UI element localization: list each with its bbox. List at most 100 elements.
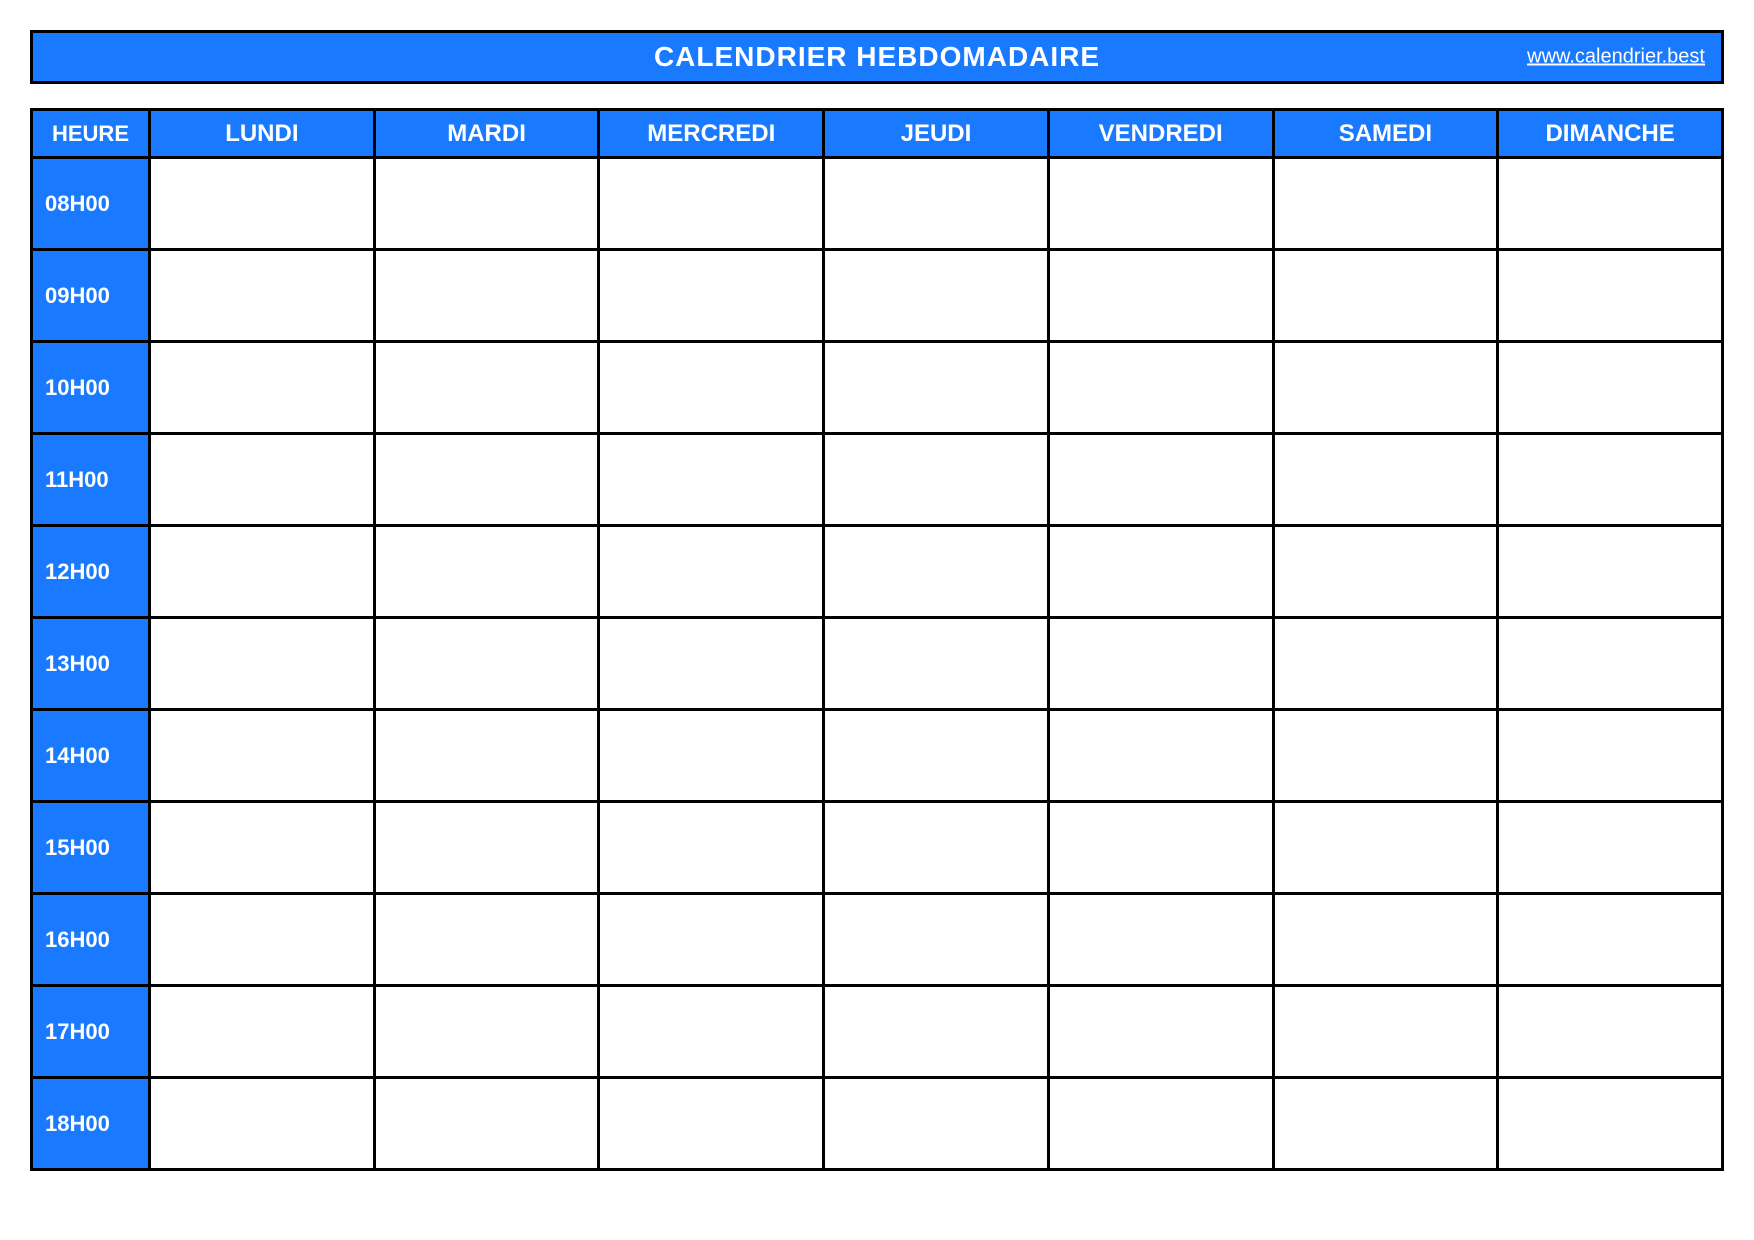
cell	[599, 250, 824, 342]
column-header-jeudi: JEUDI	[824, 110, 1049, 158]
table-row: 18H00	[32, 1078, 1723, 1170]
cell	[150, 894, 375, 986]
table-row: 16H00	[32, 894, 1723, 986]
column-header-vendredi: VENDREDI	[1048, 110, 1273, 158]
cell	[1273, 986, 1498, 1078]
table-row: 12H00	[32, 526, 1723, 618]
cell	[1048, 986, 1273, 1078]
cell	[150, 710, 375, 802]
hour-label: 12H00	[32, 526, 150, 618]
cell	[599, 894, 824, 986]
cell	[1273, 802, 1498, 894]
cell	[1273, 158, 1498, 250]
cell	[1498, 342, 1723, 434]
table-row: 15H00	[32, 802, 1723, 894]
calendar-body: 08H00 09H00 10H00	[32, 158, 1723, 1170]
hour-label: 16H00	[32, 894, 150, 986]
cell	[599, 158, 824, 250]
table-row: 11H00	[32, 434, 1723, 526]
cell	[599, 526, 824, 618]
table-row: 14H00	[32, 710, 1723, 802]
cell	[1498, 526, 1723, 618]
table-row: 17H00	[32, 986, 1723, 1078]
cell	[824, 250, 1049, 342]
table-row: 09H00	[32, 250, 1723, 342]
page-title: CALENDRIER HEBDOMADAIRE	[654, 41, 1100, 73]
cell	[824, 526, 1049, 618]
cell	[1048, 710, 1273, 802]
hour-label: 08H00	[32, 158, 150, 250]
hour-label: 10H00	[32, 342, 150, 434]
cell	[1498, 434, 1723, 526]
cell	[1498, 1078, 1723, 1170]
cell	[1498, 618, 1723, 710]
cell	[824, 434, 1049, 526]
cell	[1498, 986, 1723, 1078]
cell	[824, 618, 1049, 710]
cell	[1048, 802, 1273, 894]
title-bar: CALENDRIER HEBDOMADAIRE www.calendrier.b…	[30, 30, 1724, 84]
cell	[1048, 618, 1273, 710]
hour-label: 11H00	[32, 434, 150, 526]
cell	[374, 802, 599, 894]
cell	[599, 802, 824, 894]
hour-label: 17H00	[32, 986, 150, 1078]
cell	[374, 1078, 599, 1170]
cell	[374, 250, 599, 342]
cell	[374, 710, 599, 802]
column-header-mercredi: MERCREDI	[599, 110, 824, 158]
cell	[150, 434, 375, 526]
cell	[824, 342, 1049, 434]
cell	[599, 434, 824, 526]
cell	[1273, 526, 1498, 618]
cell	[599, 342, 824, 434]
hour-label: 13H00	[32, 618, 150, 710]
cell	[1273, 894, 1498, 986]
table-row: 10H00	[32, 342, 1723, 434]
table-row: 13H00	[32, 618, 1723, 710]
cell	[1273, 710, 1498, 802]
cell	[824, 1078, 1049, 1170]
cell	[1273, 1078, 1498, 1170]
cell	[374, 434, 599, 526]
cell	[1498, 710, 1723, 802]
cell	[1048, 158, 1273, 250]
cell	[1273, 618, 1498, 710]
cell	[824, 802, 1049, 894]
cell	[824, 710, 1049, 802]
cell	[1273, 250, 1498, 342]
cell	[1048, 1078, 1273, 1170]
cell	[150, 250, 375, 342]
cell	[599, 986, 824, 1078]
cell	[374, 342, 599, 434]
column-header-samedi: SAMEDI	[1273, 110, 1498, 158]
site-link[interactable]: www.calendrier.best	[1527, 46, 1705, 69]
cell	[599, 618, 824, 710]
column-header-mardi: MARDI	[374, 110, 599, 158]
cell	[824, 894, 1049, 986]
cell	[1048, 250, 1273, 342]
cell	[374, 158, 599, 250]
cell	[1498, 250, 1723, 342]
hour-label: 18H00	[32, 1078, 150, 1170]
cell	[824, 158, 1049, 250]
cell	[1048, 434, 1273, 526]
header-row: HEURE LUNDI MARDI MERCREDI JEUDI VENDRED…	[32, 110, 1723, 158]
cell	[150, 986, 375, 1078]
cell	[150, 158, 375, 250]
cell	[150, 802, 375, 894]
hour-label: 15H00	[32, 802, 150, 894]
cell	[150, 342, 375, 434]
cell	[150, 618, 375, 710]
cell	[824, 986, 1049, 1078]
cell	[1498, 802, 1723, 894]
cell	[1498, 158, 1723, 250]
cell	[374, 526, 599, 618]
column-header-heure: HEURE	[32, 110, 150, 158]
cell	[1048, 342, 1273, 434]
table-row: 08H00	[32, 158, 1723, 250]
cell	[150, 526, 375, 618]
cell	[374, 894, 599, 986]
weekly-calendar-table: HEURE LUNDI MARDI MERCREDI JEUDI VENDRED…	[30, 108, 1724, 1171]
cell	[1498, 894, 1723, 986]
